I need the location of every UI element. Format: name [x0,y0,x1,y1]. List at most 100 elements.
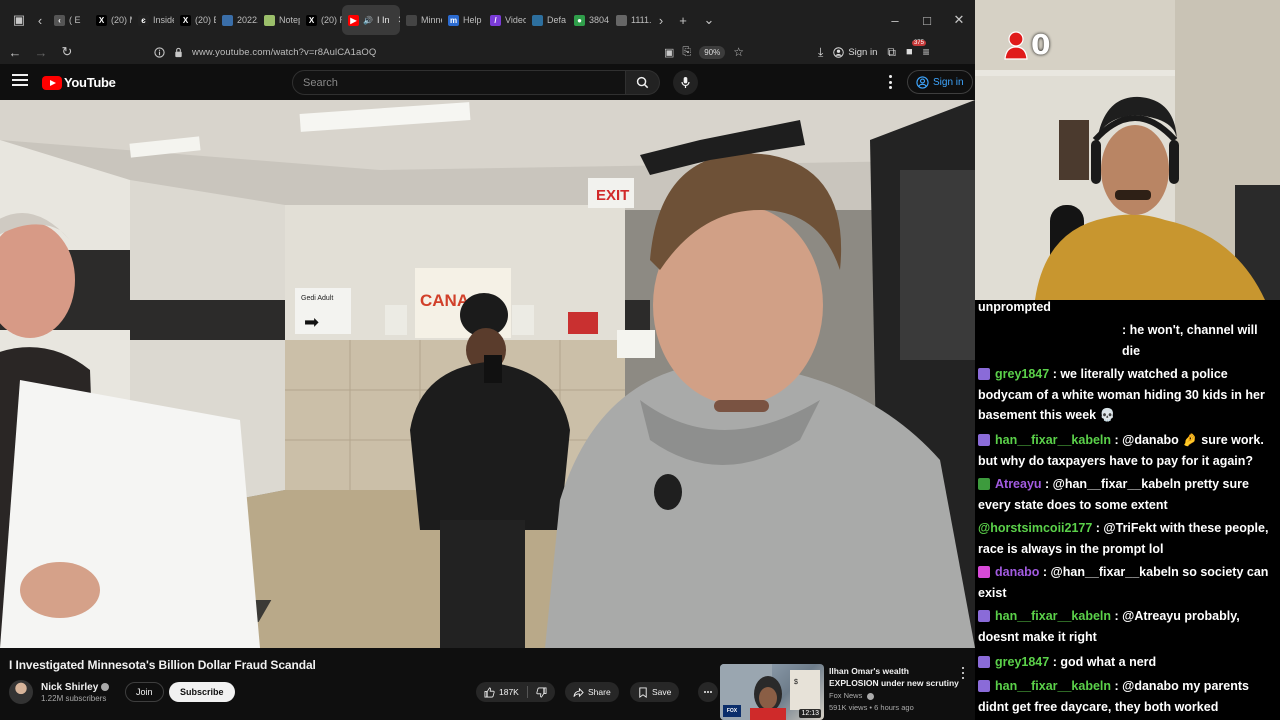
browser-menu-icon[interactable]: ≡ [923,45,930,59]
tab-favicon-icon [222,14,233,26]
extensions-icon[interactable]: ⧉ [887,45,896,60]
browser-tab[interactable]: ▶🔊I In✕ [342,5,400,35]
chat-message: han__fixar__kabeln : @danabo 🤌 sure work… [978,430,1278,471]
subscribe-button[interactable]: Subscribe [169,682,235,702]
browser-tab[interactable]: Minne [400,5,442,35]
more-actions-button[interactable] [698,682,718,702]
tab-scroll-right-icon[interactable]: › [652,7,670,33]
tab-label: I In [376,15,390,25]
recommended-title[interactable]: Ilhan Omar's wealth EXPLOSION under new … [829,665,959,689]
tab-label: ( E [69,15,81,25]
channel-name[interactable]: Nick Shirley [41,682,98,693]
browser-tab[interactable]: X (20) E [174,5,216,35]
browser-tab[interactable]: є Inside [132,5,174,35]
browser-window: ▣ ‹ ‹ ( E X(20) MєInsideX(20) E 2022.NotepX… [0,0,975,720]
navigation-bar: ← → ↻ www.youtube.com/watch?v=r8AulCA1aO… [0,40,975,64]
bookmark-star-icon[interactable]: ☆ [733,45,744,59]
chat-username[interactable]: grey1847 [995,367,1049,381]
search-button[interactable] [626,70,660,95]
chat-username[interactable]: Atreayu [995,477,1042,491]
share-button[interactable]: Share [565,682,619,702]
browser-tab[interactable]: X (20) M [90,5,132,35]
new-tab-button[interactable]: + [670,7,696,33]
downloads-icon[interactable]: ⤓ [818,45,823,60]
chat-username[interactable]: @horstsimcoii2177 [978,521,1092,535]
tab-strip: ▣ ‹ ‹ ( E X(20) MєInsideX(20) E 2022.NotepX… [0,0,975,40]
recommended-channel[interactable]: Fox News [829,691,875,700]
reload-icon[interactable]: ↻ [54,44,80,60]
save-page-icon[interactable]: ⎘ [682,46,691,59]
browser-tab[interactable]: m Help I [442,5,484,35]
tab-label: 2022. [237,15,258,25]
voice-search-button[interactable] [673,70,698,95]
back-icon[interactable]: ← [2,45,28,60]
chat-username[interactable]: han__fixar__kabeln [995,433,1111,447]
chat-message: grey1847 : we literally watched a police… [978,364,1278,426]
tab-list: ‹ ( E X (20) M є Inside X (20) E 2022. Notep X (20)… [48,5,652,35]
tab-label: 1111.pn [631,15,652,25]
browser-tab[interactable]: X (20) R [300,5,342,35]
browser-signin-label: Sign in [848,46,878,58]
tab-favicon-icon: ● [574,14,585,26]
site-info-icon[interactable] [154,46,165,58]
channel-name-row[interactable]: Nick Shirley [41,682,110,693]
picture-in-picture-icon[interactable]: ▣ [664,46,674,59]
browser-tab[interactable]: Notep [258,5,300,35]
chat-text: : god what a nerd [1049,655,1157,669]
chat-username[interactable]: han__fixar__kabeln [995,609,1111,623]
recommended-more-icon[interactable] [960,667,966,679]
browser-tab[interactable]: Defa [526,5,568,35]
tab-list-dropdown-icon[interactable]: ⌄ [696,7,722,33]
browser-tab[interactable]: ‹ ( E [48,5,90,35]
maximize-icon[interactable]: □ [911,13,943,28]
chat-message: : he won't, channel will die [978,320,1278,361]
chat-message: Atreayu : @han__fixar__kabeln pretty sur… [978,474,1278,515]
address-bar-actions: ▣ ⎘ 90% ☆ [664,42,744,62]
tab-label: Help I [463,15,484,25]
profile-signin-button[interactable]: Sign in [833,47,877,58]
tab-label: 3804 [589,15,610,25]
guide-menu-icon[interactable] [12,74,28,88]
minimize-icon[interactable]: – [879,13,911,28]
youtube-logo[interactable]: YouTube [42,75,116,90]
recommended-video[interactable]: $ FOX NEWS 12:13 Ilhan Omar's wealth EXP… [720,664,975,720]
browser-tab[interactable]: 1111.pn [610,5,652,35]
like-button[interactable]: 187K [476,682,527,702]
chat-username[interactable]: han__fixar__kabeln [995,679,1111,693]
zoom-indicator[interactable]: 90% [699,45,726,59]
search-input[interactable] [293,71,625,94]
video-duration: 12:13 [799,709,821,718]
forward-icon[interactable]: → [28,45,54,60]
channel-row: Nick Shirley 1.22M subscribers Join Subs… [9,678,721,706]
tab-favicon-icon [264,14,275,26]
close-window-icon[interactable]: ✕ [943,12,975,28]
chat-username[interactable]: danabo [995,565,1039,579]
channel-avatar[interactable] [9,680,33,704]
browser-tab[interactable]: / Video [484,5,526,35]
chat-username[interactable]: grey1847 [995,655,1049,669]
share-arrow-icon [573,687,584,697]
subscriber-count: 1.22M subscribers [41,694,107,703]
tab-favicon-icon: ‹ [54,14,65,26]
url-text[interactable]: www.youtube.com/watch?v=r8AulCA1aOQ [192,47,376,58]
tab-label: (20) E [195,15,216,25]
youtube-signin-button[interactable]: Sign in [907,70,973,94]
browser-tab[interactable]: ● 3804 [568,5,610,35]
like-dislike-pill: 187K [476,682,555,702]
settings-kebab-icon[interactable] [885,75,895,89]
join-button[interactable]: Join [125,682,164,702]
screen: ▣ ‹ ‹ ( E X(20) MєInsideX(20) E 2022.NotepX… [0,0,1280,720]
tab-search-icon[interactable]: ▣ [6,7,32,33]
extension-badge-icon[interactable]: ■ 375 [906,40,926,58]
recommended-thumbnail[interactable]: $ FOX NEWS 12:13 [720,664,824,720]
svg-text:$: $ [794,679,798,686]
dislike-button[interactable] [528,682,555,702]
save-button[interactable]: Save [630,682,680,702]
thumbs-down-icon [536,687,547,697]
address-bar[interactable]: www.youtube.com/watch?v=r8AulCA1aOQ ▣ ⎘ … [154,42,744,62]
browser-tab[interactable]: 2022. [216,5,258,35]
tab-scroll-left-icon[interactable]: ‹ [32,7,48,33]
user-circle-icon [916,75,929,89]
video-player[interactable]: Gedi Adult ➡ CANA EXIT [0,100,975,648]
tab-audio-icon[interactable]: 🔊 [363,16,373,25]
